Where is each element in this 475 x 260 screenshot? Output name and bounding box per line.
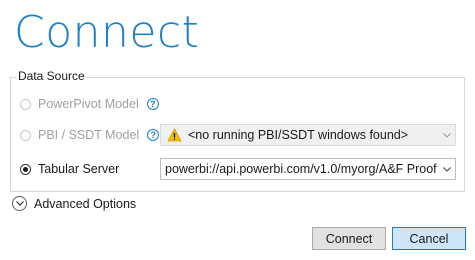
tabular-server-radio[interactable] xyxy=(20,163,31,175)
pbi-ssdt-dropdown-value: <no running PBI/SSDT windows found> xyxy=(188,128,409,142)
pbi-ssdt-radio[interactable] xyxy=(20,129,31,141)
chevron-down-icon[interactable] xyxy=(439,125,455,145)
advanced-options-toggle[interactable]: Advanced Options xyxy=(12,196,136,211)
powerpivot-label: PowerPivot Model xyxy=(38,97,139,111)
chevron-down-icon[interactable] xyxy=(439,159,455,179)
pbi-ssdt-label: PBI / SSDT Model xyxy=(38,128,140,142)
tabular-server-label: Tabular Server xyxy=(38,162,120,176)
warning-icon xyxy=(167,128,182,142)
pbi-ssdt-dropdown[interactable]: <no running PBI/SSDT windows found> xyxy=(160,124,456,146)
option-powerpivot-model[interactable]: PowerPivot Model ? xyxy=(20,97,159,111)
connect-button[interactable]: Connect xyxy=(312,227,386,250)
option-tabular-server[interactable]: Tabular Server xyxy=(20,162,119,176)
help-icon[interactable]: ? xyxy=(147,129,160,141)
cancel-button[interactable]: Cancel xyxy=(392,227,466,250)
expand-chevron-icon[interactable] xyxy=(12,196,27,211)
tabular-server-combobox[interactable]: powerbi://api.powerbi.com/v1.0/myorg/A&F… xyxy=(160,158,456,180)
tabular-server-value[interactable]: powerbi://api.powerbi.com/v1.0/myorg/A&F… xyxy=(161,162,439,176)
dialog-title: Connect xyxy=(14,7,200,58)
option-pbi-ssdt-model[interactable]: PBI / SSDT Model ? xyxy=(20,128,160,142)
powerpivot-radio[interactable] xyxy=(20,98,31,110)
help-icon[interactable]: ? xyxy=(146,98,159,110)
data-source-legend: Data Source xyxy=(16,69,87,83)
advanced-options-label: Advanced Options xyxy=(34,196,137,211)
